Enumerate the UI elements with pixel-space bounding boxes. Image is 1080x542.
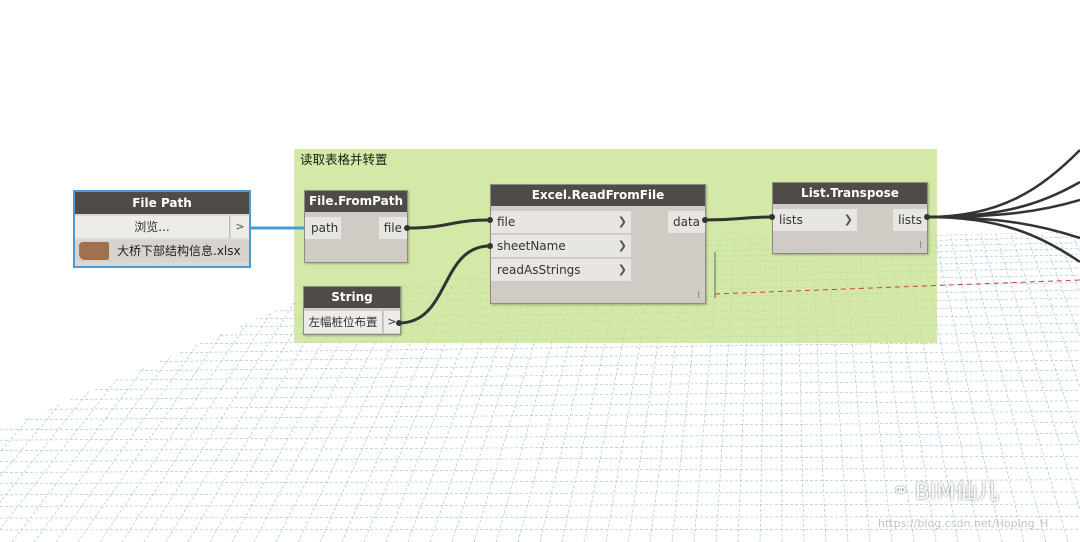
node-title: Excel.ReadFromFile xyxy=(491,185,705,206)
input-port-readasstrings[interactable]: readAsStrings ❯ xyxy=(491,259,631,281)
chevron-right-icon: ❯ xyxy=(617,263,627,276)
excel-read-from-file-node[interactable]: Excel.ReadFromFile file ❯ sheetName ❯ re… xyxy=(490,184,706,304)
grid-line xyxy=(0,390,1080,401)
chevron-right-icon: ❯ xyxy=(617,239,627,252)
grid-line xyxy=(0,350,1080,364)
chevron-right-icon: ❯ xyxy=(843,213,853,226)
watermark-url: https://blog.csdn.net/Hoping_H xyxy=(878,517,1049,530)
file-path-node[interactable]: File Path 浏览... > 大桥下部结构信息.xlsx xyxy=(73,190,251,268)
grid-line xyxy=(0,433,1080,441)
output-port-data[interactable]: data xyxy=(667,211,705,233)
input-port-sheetname[interactable]: sheetName ❯ xyxy=(491,235,631,257)
file-name: 大桥下部结构信息.xlsx xyxy=(117,244,241,258)
grid-line xyxy=(0,467,1080,473)
string-node[interactable]: String 左幅桩位布置 > xyxy=(303,286,401,335)
output-port-lists[interactable]: lists xyxy=(893,209,927,231)
browse-button[interactable]: 浏览... xyxy=(75,216,230,238)
grid-line xyxy=(0,400,1080,411)
grid-line xyxy=(0,379,1080,391)
node-title: File.FromPath xyxy=(305,191,407,212)
grid-line xyxy=(0,411,1080,421)
output-port[interactable]: > xyxy=(384,311,400,333)
lacing-indicator[interactable]: l xyxy=(919,241,922,251)
output-port-file[interactable]: file xyxy=(378,217,407,239)
watermark: ⚭ BIM仙儿 xyxy=(892,474,999,506)
watermark-label: BIM仙儿 xyxy=(914,480,1000,505)
grid-line xyxy=(0,444,1080,452)
input-port-lists[interactable]: lists ❯ xyxy=(773,209,857,231)
port-label: lists xyxy=(779,213,803,227)
list-transpose-node[interactable]: List.Transpose lists ❯ lists l xyxy=(772,182,928,254)
node-title: String xyxy=(304,287,400,308)
file-icon xyxy=(79,242,109,260)
group-title[interactable]: 读取表格并转置 xyxy=(300,149,388,168)
node-title: File Path xyxy=(75,192,249,214)
grid-line xyxy=(0,359,1080,373)
wechat-icon: ⚭ xyxy=(892,478,909,502)
port-label: file xyxy=(497,215,516,229)
lacing-indicator[interactable]: l xyxy=(697,291,700,301)
workspace-canvas[interactable]: 读取表格并转置 File Path 浏览... > 大桥下部结构信息.xlsx … xyxy=(0,0,1080,542)
chevron-right-icon: ❯ xyxy=(617,215,627,228)
file-name-preview: 大桥下部结构信息.xlsx xyxy=(75,240,249,262)
input-port-path[interactable]: path xyxy=(305,217,341,239)
node-title: List.Transpose xyxy=(773,183,927,204)
input-port-file[interactable]: file ❯ xyxy=(491,211,631,233)
grid-line xyxy=(0,341,1080,356)
port-label: readAsStrings xyxy=(497,263,581,277)
port-label: sheetName xyxy=(497,239,566,253)
grid-line xyxy=(0,369,1080,382)
output-port[interactable]: > xyxy=(231,216,249,238)
string-value-input[interactable]: 左幅桩位布置 xyxy=(304,311,383,333)
file-from-path-node[interactable]: File.FromPath path file xyxy=(304,190,408,263)
